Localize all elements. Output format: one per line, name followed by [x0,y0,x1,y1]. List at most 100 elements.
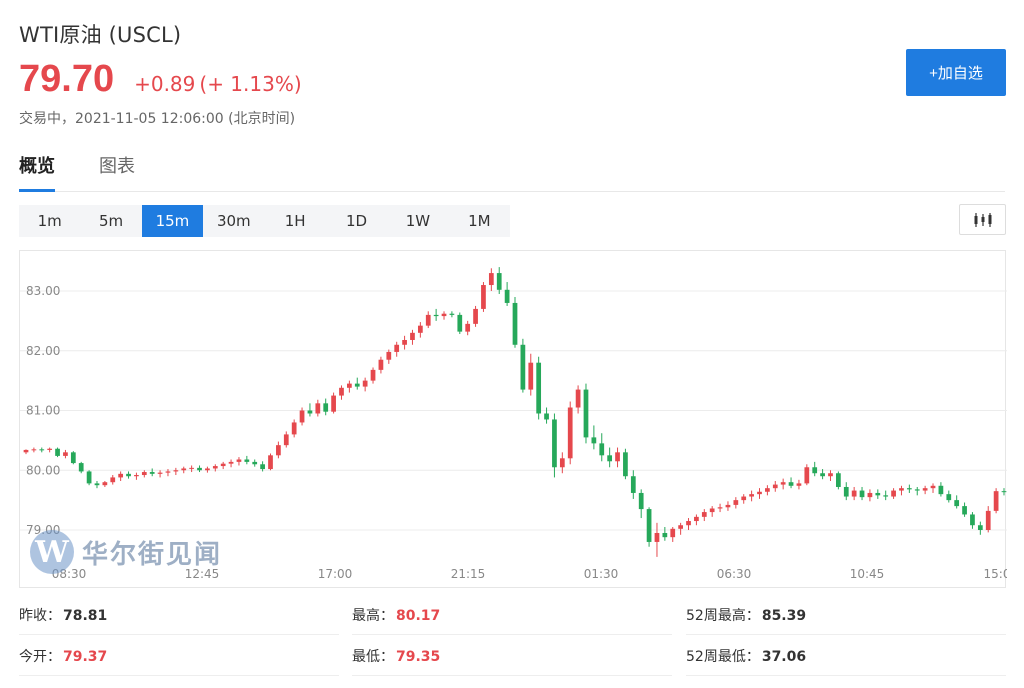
period-1m[interactable]: 1m [19,205,80,237]
candle-body [772,484,778,489]
candle-body [804,467,810,484]
stat-52w-high: 52周最高： 85.39 [686,597,1006,635]
candle-body [473,308,478,324]
watermark-logo: W [30,530,74,574]
candle-body [323,403,329,412]
candle-body [276,445,281,456]
candle-body [520,344,526,390]
candle-body [283,434,289,446]
candle-body [670,528,676,538]
candle-body [63,452,68,456]
period-30m[interactable]: 30m [203,205,264,237]
candle-body [906,488,912,490]
candle-body [977,525,983,530]
candle-body [709,508,715,513]
candle-body [954,500,960,507]
candle-body [914,489,920,491]
candle-body [165,471,171,473]
candle-body [86,471,92,484]
price-change: +0.89 [134,72,196,96]
candle-body [788,482,794,486]
candle-body [31,449,37,451]
candle-body [749,494,754,497]
candle-body [417,325,423,333]
candle-body [638,492,644,510]
period-1h[interactable]: 1H [265,205,326,237]
candle-body [488,273,494,286]
candle-body [741,496,747,501]
candle-body [441,313,447,317]
candle-body [205,468,210,471]
stat-label: 今开： [19,649,61,665]
candle-body [686,521,691,526]
candle-body [362,380,368,387]
watermark: W 华尔街见闻 [30,530,222,574]
period-selector: 1m 5m 15m 30m 1H 1D 1W 1M [19,205,510,237]
candle-body [891,490,896,497]
candle-body [315,403,321,414]
candle-body [354,383,360,387]
candle-body [780,482,786,485]
period-1month[interactable]: 1M [449,205,510,237]
candle-body [212,466,218,469]
candle-body [347,383,352,388]
candle-body [370,369,376,381]
candle-body [1001,491,1007,493]
stat-high: 最高： 80.17 [352,597,672,635]
candle-body [102,482,108,486]
candle-body [567,407,573,459]
candle-body [820,473,825,477]
x-tick-label: 10:45 [850,567,885,581]
y-tick-label: 81.00 [26,404,60,418]
candlestick-toggle-button[interactable] [959,204,1006,235]
tab-overview[interactable]: 概览 [19,154,55,192]
candle-body [173,470,179,472]
candle-body [244,459,250,462]
candle-body [126,473,131,477]
candle-body [607,455,613,462]
stat-value: 80.17 [396,608,441,624]
candle-body [110,477,116,483]
x-tick-label: 15:0 [984,567,1007,581]
period-1d[interactable]: 1D [326,205,387,237]
candle-body [701,512,707,517]
candle-body [993,491,999,511]
add-watchlist-button[interactable]: +加自选 [906,49,1006,96]
candle-body [465,323,471,332]
candle-body [970,514,975,526]
candle-body [694,516,699,522]
candle-body [930,485,936,489]
stat-value: 85.39 [761,608,807,624]
candle-body [922,488,928,491]
candle-body [725,504,731,508]
period-5m[interactable]: 5m [80,205,141,237]
stat-value: 78.81 [63,608,108,624]
price-change-percent: (+ 1.13%) [199,72,302,96]
candle-body [181,468,187,471]
candle-body [662,532,668,538]
candle-body [410,332,415,340]
candle-body [875,492,881,496]
candle-body [883,495,889,497]
period-1w[interactable]: 1W [387,205,448,237]
x-tick-label: 06:30 [717,567,752,581]
candle-body [828,473,833,477]
candle-body [946,494,952,501]
candle-body [717,507,723,509]
stat-label: 最低： [352,649,394,665]
candle-body [544,413,549,420]
stat-label: 52周最高： [686,608,760,624]
candle-body [504,289,510,303]
candle-body [536,362,542,414]
stat-value: 37.06 [761,649,807,665]
view-tabs: 概览 图表 [19,154,1005,192]
candle-body [386,351,392,360]
y-tick-label: 83.00 [26,284,60,298]
candlestick-icon [974,212,991,227]
tab-chart[interactable]: 图表 [99,154,135,192]
candle-body [812,467,818,474]
candle-body [591,437,597,444]
candle-body [859,490,865,498]
candle-body [291,422,297,435]
period-15m[interactable]: 15m [141,205,204,237]
